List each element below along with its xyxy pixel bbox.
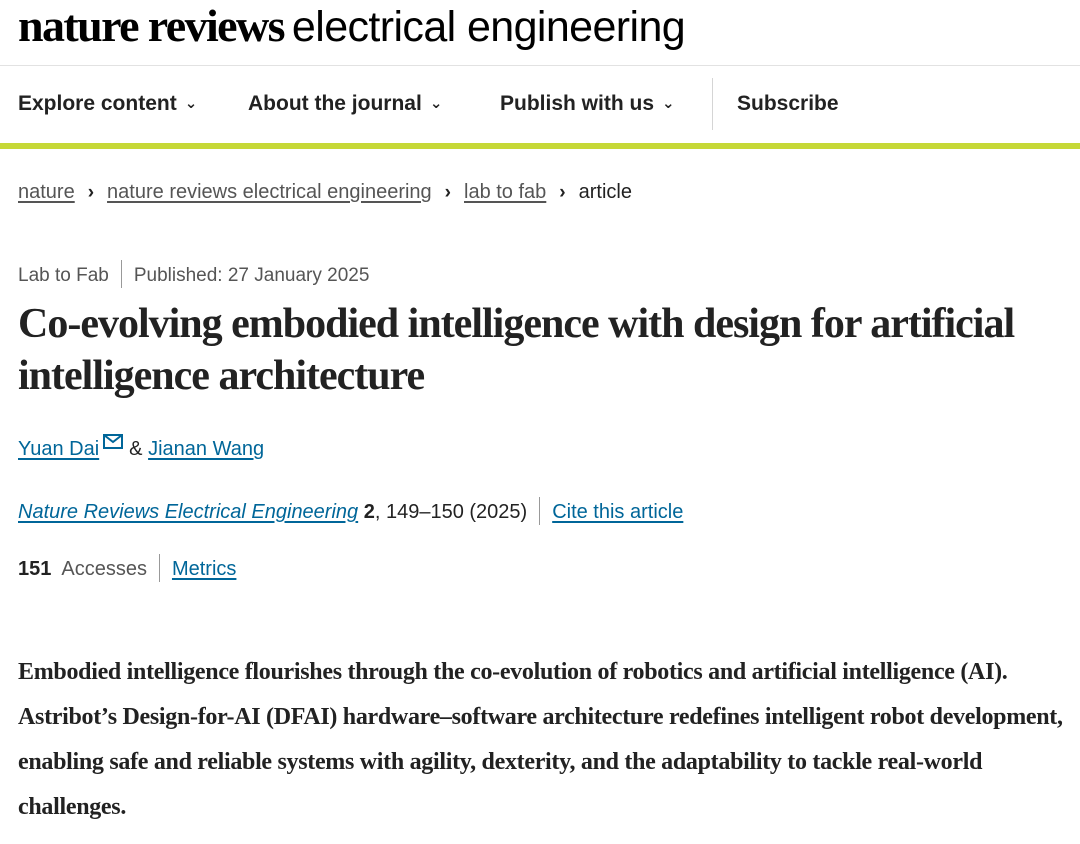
logo-journal-subtitle: electrical engineering <box>291 3 686 51</box>
chevron-down-icon: ⌄ <box>429 95 443 112</box>
article-title: Co-evolving embodied intelligence with d… <box>18 301 1015 399</box>
journal-link[interactable]: Nature Reviews Electrical Engineering <box>18 501 358 523</box>
citation-line: Nature Reviews Electrical Engineering 2,… <box>18 497 683 525</box>
author-link-yuan-dai[interactable]: Yuan Dai <box>18 438 99 460</box>
breadcrumb-nature[interactable]: nature <box>18 181 75 203</box>
nav-divider <box>712 78 713 130</box>
breadcrumb-current: article <box>578 181 632 203</box>
article-type: Lab to Fab <box>18 265 109 286</box>
mail-icon[interactable] <box>103 432 124 455</box>
article-standfirst: Embodied intelligence flourishes through… <box>18 659 1063 820</box>
volume-number: 2 <box>363 501 375 523</box>
chevron-right-icon: › <box>444 182 451 203</box>
journal-logo[interactable]: nature reviews electrical engineering <box>18 0 1080 64</box>
breadcrumb: nature › nature reviews electrical enginee… <box>18 181 632 204</box>
article-meta: Lab to Fab Published: 27 January 2025 <box>18 260 369 288</box>
nav-about-journal-label: About the journal <box>248 92 422 115</box>
author-list: Yuan Dai & Jianan Wang <box>18 432 264 461</box>
chevron-down-icon: ⌄ <box>662 95 675 112</box>
chevron-down-icon: ⌄ <box>184 95 198 112</box>
nav-explore-content-label: Explore content <box>18 92 177 115</box>
nav-subscribe[interactable]: Subscribe <box>737 92 839 116</box>
nav-about-journal[interactable]: About the journal ⌄ <box>248 92 442 116</box>
logo-nature-reviews: nature reviews <box>18 0 286 51</box>
accesses-label: Accesses <box>61 558 147 580</box>
citation-divider <box>539 497 541 525</box>
metrics-link[interactable]: Metrics <box>172 558 236 580</box>
breadcrumb-journal[interactable]: nature reviews electrical engineering <box>107 181 432 203</box>
pages-year: , 149–150 (2025) <box>374 501 528 523</box>
chevron-right-icon: › <box>87 182 95 203</box>
chevron-right-icon: › <box>559 182 566 203</box>
main-nav: Explore content ⌄ About the journal ⌄ Publ… <box>0 66 1080 144</box>
meta-divider <box>120 260 122 288</box>
metrics-line: 151 Accesses Metrics <box>18 554 236 582</box>
breadcrumb-lab-to-fab[interactable]: lab to fab <box>464 181 546 203</box>
accesses-count: 151 <box>18 558 52 580</box>
cite-article-link[interactable]: Cite this article <box>552 501 683 523</box>
author-conjunction: & <box>129 438 143 460</box>
nav-publish-with-us[interactable]: Publish with us ⌄ <box>500 92 675 116</box>
accent-bar <box>0 143 1080 149</box>
nav-publish-with-us-label: Publish with us <box>500 92 655 115</box>
metrics-divider <box>158 554 160 582</box>
published-date: Published: 27 January 2025 <box>133 265 370 286</box>
nav-explore-content[interactable]: Explore content ⌄ <box>18 92 197 116</box>
author-link-jianan-wang[interactable]: Jianan Wang <box>148 438 264 460</box>
